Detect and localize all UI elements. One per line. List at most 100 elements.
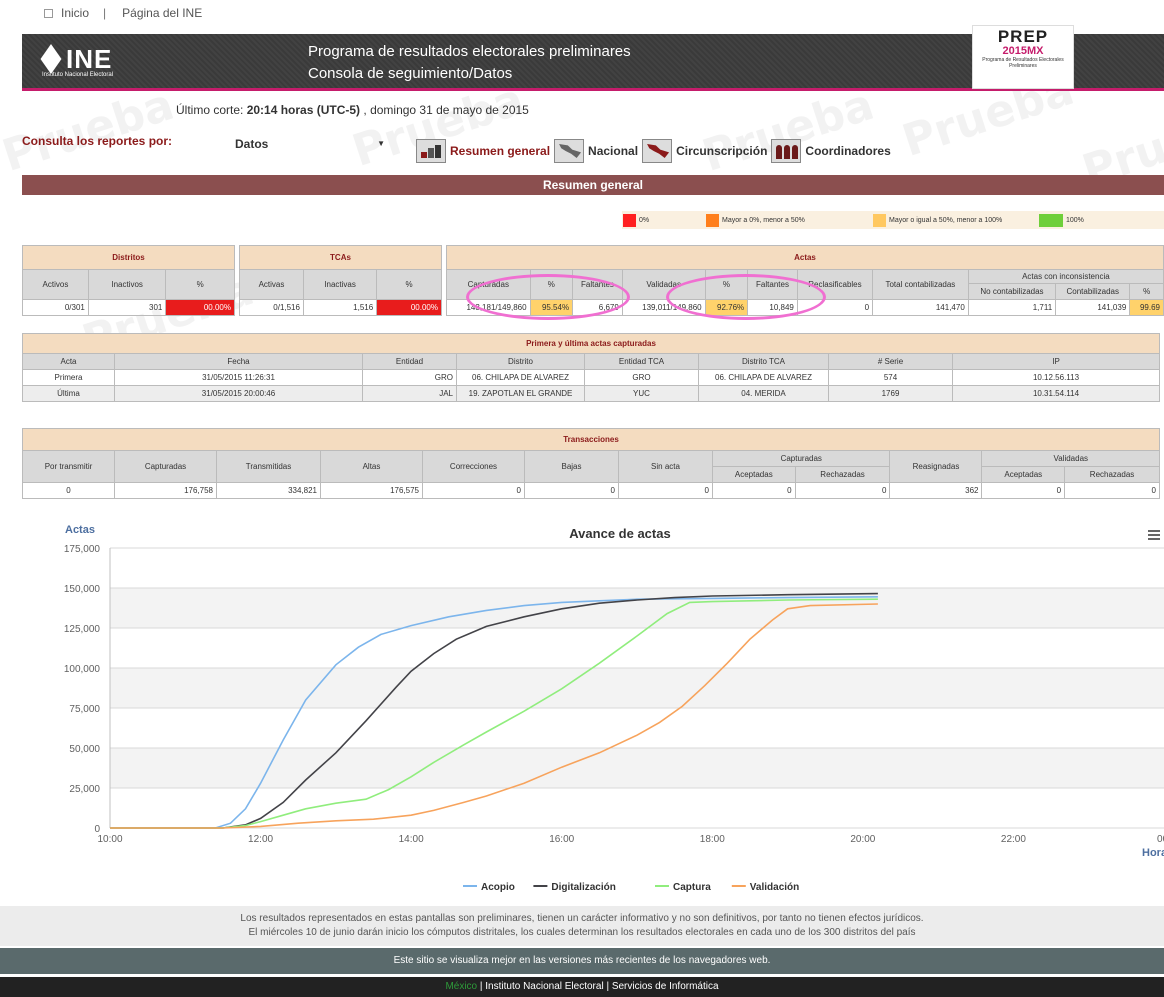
legend-swatch: [623, 214, 636, 227]
col-header: IP: [952, 353, 1160, 370]
disclaimer-line2: El miércoles 10 de junio darán inicio lo…: [248, 927, 916, 938]
legend-swatch: [706, 214, 719, 227]
home-icon: [44, 8, 53, 18]
table-cell: YUC: [584, 385, 699, 402]
table-cell: 19. ZAPOTLAN EL GRANDE: [456, 385, 585, 402]
tcas-table: TCAs Activas Inactivas % 0/1,516 1,516 0…: [239, 245, 442, 316]
circunscripcion-map-icon: [642, 139, 673, 163]
table-cell: 00.00%: [376, 299, 442, 316]
report-type-select[interactable]: Datos ▼: [221, 134, 391, 156]
col-header: Reclasificables: [796, 269, 874, 300]
col-header: %: [376, 269, 442, 300]
col-header: Transmitidas: [216, 450, 321, 483]
tab-label: Resumen general: [450, 144, 551, 158]
legend-item: Mayor a 0%, menor a 50%: [706, 214, 805, 227]
table-cell: 10.31.54.114: [952, 385, 1160, 402]
table-cell: 0: [981, 482, 1066, 499]
col-header: Faltantes: [747, 269, 798, 300]
col-header: Capturadas: [446, 269, 531, 300]
table-cell: GRO: [362, 369, 457, 386]
corte-date: , domingo 31 de mayo de 2015: [360, 103, 529, 117]
table-cell: Primera: [22, 369, 115, 386]
table-cell: Última: [22, 385, 115, 402]
table-cell: 334,821: [216, 482, 321, 499]
legend-label: Acopio: [481, 882, 515, 893]
watermark: Prueba: [0, 79, 180, 182]
col-header: Faltantes: [572, 269, 623, 300]
chart-svg: 025,00050,00075,000100,000125,000150,000…: [64, 524, 1164, 893]
col-header: Entidad TCA: [584, 353, 699, 370]
report-tabs: Resumen general Nacional Circunscripción…: [416, 139, 895, 163]
table-cell: 31/05/2015 20:00:46: [114, 385, 363, 402]
col-header: Validadas: [981, 450, 1160, 467]
table-cell: 0: [796, 299, 874, 316]
col-header: Validadas: [621, 269, 706, 300]
top-links: Inicio | Página del INE: [44, 6, 202, 20]
ine-diamond-icon: [40, 44, 62, 74]
col-header: %: [1129, 283, 1164, 300]
table-cell: 6,679: [572, 299, 623, 316]
table-cell: 0: [794, 482, 891, 499]
table-cell: 99.69: [1129, 299, 1164, 316]
x-tick-label: 18:00: [700, 834, 725, 845]
actas-table: Actas Capturadas % Faltantes Validadas %…: [446, 245, 1164, 316]
table-cell: 1,516: [302, 299, 378, 316]
col-header: Activas: [239, 269, 304, 300]
table-row: Última 31/05/2015 20:00:46 JAL 19. ZAPOT…: [22, 385, 1160, 402]
header-title: Programa de resultados electorales preli…: [308, 41, 631, 85]
x-axis-label: Hora: [1142, 847, 1164, 859]
prep-logo-year: 2015MX: [1002, 45, 1044, 57]
primera-ultima-table: Primera y última actas capturadas Acta F…: [22, 333, 1160, 402]
col-header: Total contabilizadas: [872, 269, 969, 300]
col-header: Inactivos: [87, 269, 167, 300]
plot-band: [110, 668, 1164, 708]
table-cell: 04. MERIDA: [698, 385, 829, 402]
table-cell: 31/05/2015 11:26:31: [114, 369, 363, 386]
tab-label: Nacional: [588, 144, 639, 158]
x-tick-label: 20:00: [850, 834, 875, 845]
actas-title: Actas: [446, 245, 1164, 270]
tab-label: Coordinadores: [805, 144, 891, 158]
consulta-label: Consulta los reportes por:: [22, 134, 173, 148]
col-header: No contabilizadas: [967, 283, 1057, 300]
disclaimer: Los resultados representados en estas pa…: [0, 906, 1164, 946]
ine-logo[interactable]: INE Instituto Nacional Electoral: [40, 44, 113, 78]
table-cell: 0: [618, 482, 713, 499]
col-header: %: [165, 269, 235, 300]
col-header: Aceptadas: [981, 466, 1066, 483]
inicio-link[interactable]: Inicio: [61, 6, 89, 20]
table-cell: 143,181/149,860: [446, 299, 531, 316]
table-cell: 06. CHILAPA DE ALVAREZ: [698, 369, 829, 386]
tab-resumen-general[interactable]: Resumen general: [416, 139, 550, 163]
pagina-ine-link[interactable]: Página del INE: [122, 6, 202, 20]
mexico-map-icon: [554, 139, 585, 163]
plot-band: [110, 588, 1164, 628]
transacciones-title: Transacciones: [22, 428, 1160, 451]
legend-label: Captura: [673, 882, 711, 893]
section-title: Resumen general: [22, 175, 1164, 195]
tcas-title: TCAs: [239, 245, 442, 270]
col-header: Activos: [22, 269, 89, 300]
header-title-line2: Consola de seguimiento/Datos: [308, 65, 513, 82]
transacciones-table: Transacciones Por transmitir Capturadas …: [22, 428, 1160, 499]
table-cell: 00.00%: [165, 299, 235, 316]
col-header: Rechazadas: [1064, 466, 1160, 483]
col-header: Distrito TCA: [698, 353, 829, 370]
tab-circunscripcion[interactable]: Circunscripción: [642, 139, 767, 163]
disclaimer-line1: Los resultados representados en estas pa…: [240, 913, 924, 924]
mexico-link[interactable]: México: [445, 981, 477, 992]
tab-nacional[interactable]: Nacional: [554, 139, 638, 163]
col-header: Reasignadas: [889, 450, 983, 483]
legend-label: Mayor a 0%, menor a 50%: [722, 217, 805, 224]
table-cell: 176,758: [114, 482, 217, 499]
table-cell: GRO: [584, 369, 699, 386]
col-header: Fecha: [114, 353, 363, 370]
table-cell: 0/301: [22, 299, 89, 316]
table-cell: 574: [828, 369, 953, 386]
tab-coordinadores[interactable]: Coordinadores: [771, 139, 891, 163]
table-cell: 0/1,516: [239, 299, 304, 316]
y-tick-label: 100,000: [64, 664, 101, 675]
watermark: Prueba: [696, 79, 880, 182]
table-cell: 362: [889, 482, 983, 499]
table-cell: 0: [22, 482, 115, 499]
